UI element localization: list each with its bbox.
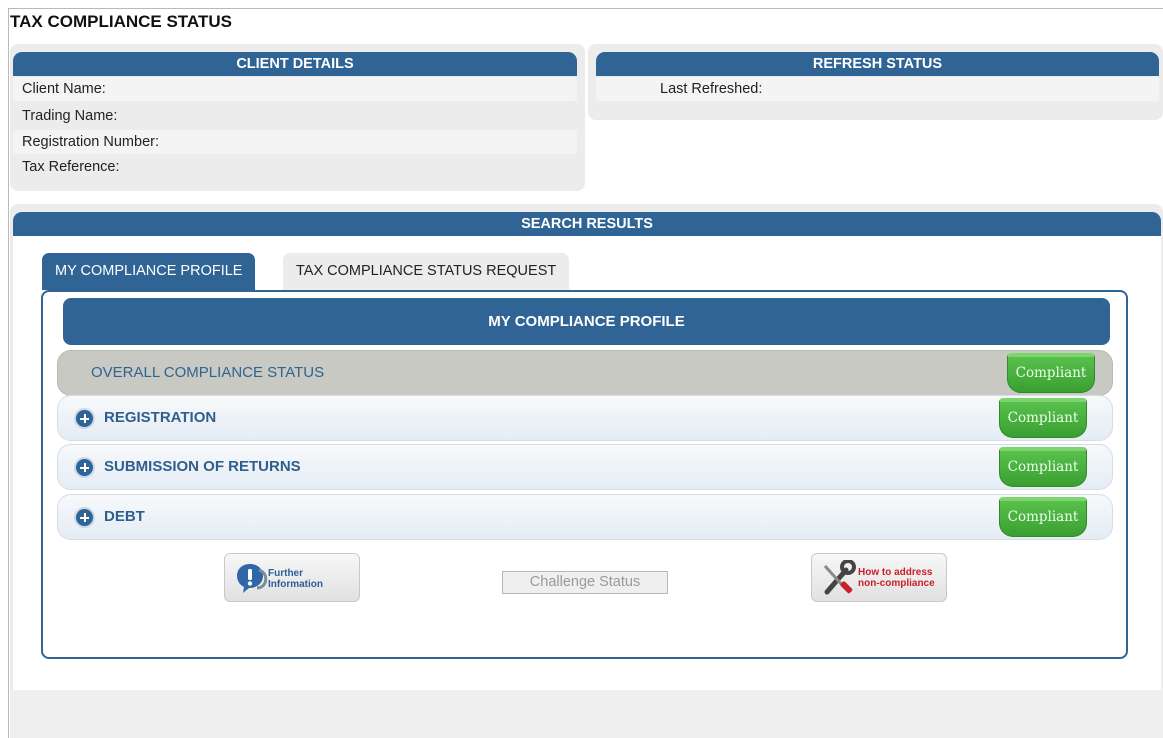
further-information-line1: Further bbox=[268, 568, 303, 579]
expand-plus-icon[interactable] bbox=[76, 509, 93, 526]
info-bubble-icon bbox=[237, 564, 268, 593]
further-information-button[interactable]: Further Information bbox=[224, 553, 360, 602]
compliant-badge: Compliant bbox=[999, 398, 1087, 438]
how-to-address-label: How to address non-compliance bbox=[858, 567, 935, 589]
last-refreshed-label: Last Refreshed: bbox=[660, 81, 763, 97]
submission-of-returns-label[interactable]: SUBMISSION OF RETURNS bbox=[104, 445, 301, 489]
tab-my-compliance-profile[interactable]: MY COMPLIANCE PROFILE bbox=[42, 253, 256, 290]
challenge-status-button[interactable]: Challenge Status bbox=[502, 571, 668, 594]
submission-of-returns-row[interactable]: SUBMISSION OF RETURNS Compliant bbox=[57, 444, 1113, 490]
overall-compliance-row: OVERALL COMPLIANCE STATUS Compliant bbox=[57, 350, 1113, 396]
search-results-header: SEARCH RESULTS bbox=[13, 212, 1161, 236]
expand-plus-icon[interactable] bbox=[76, 410, 93, 427]
overall-compliance-label: OVERALL COMPLIANCE STATUS bbox=[91, 364, 325, 381]
compliance-profile-banner: MY COMPLIANCE PROFILE bbox=[63, 298, 1110, 345]
client-name-label: Client Name: bbox=[22, 81, 106, 97]
refresh-status-header: REFRESH STATUS bbox=[596, 52, 1159, 76]
compliant-badge: Compliant bbox=[999, 497, 1087, 537]
tools-icon bbox=[823, 560, 856, 595]
how-to-address-line1: How to address bbox=[858, 567, 933, 578]
tab-tax-compliance-status-request[interactable]: TAX COMPLIANCE STATUS REQUEST bbox=[283, 253, 570, 290]
debt-label[interactable]: DEBT bbox=[104, 495, 145, 539]
page-title: TAX COMPLIANCE STATUS bbox=[10, 12, 232, 31]
compliant-badge: Compliant bbox=[1007, 353, 1095, 393]
page-frame-top bbox=[8, 8, 1163, 9]
debt-row[interactable]: DEBT Compliant bbox=[57, 494, 1113, 540]
trading-name-label: Trading Name: bbox=[22, 108, 118, 124]
expand-plus-icon[interactable] bbox=[76, 459, 93, 476]
how-to-address-button[interactable]: How to address non-compliance bbox=[811, 553, 947, 602]
tax-reference-label: Tax Reference: bbox=[22, 159, 120, 175]
registration-label[interactable]: REGISTRATION bbox=[104, 396, 216, 440]
client-details-header: CLIENT DETAILS bbox=[13, 52, 577, 76]
further-information-label: Further Information bbox=[268, 568, 323, 590]
page-footer-band bbox=[10, 690, 1163, 738]
page-frame-left bbox=[8, 8, 9, 738]
registration-row[interactable]: REGISTRATION Compliant bbox=[57, 395, 1113, 441]
further-information-line2: Information bbox=[268, 579, 323, 590]
how-to-address-line2: non-compliance bbox=[858, 578, 935, 589]
registration-number-label: Registration Number: bbox=[22, 134, 159, 150]
compliant-badge: Compliant bbox=[999, 447, 1087, 487]
